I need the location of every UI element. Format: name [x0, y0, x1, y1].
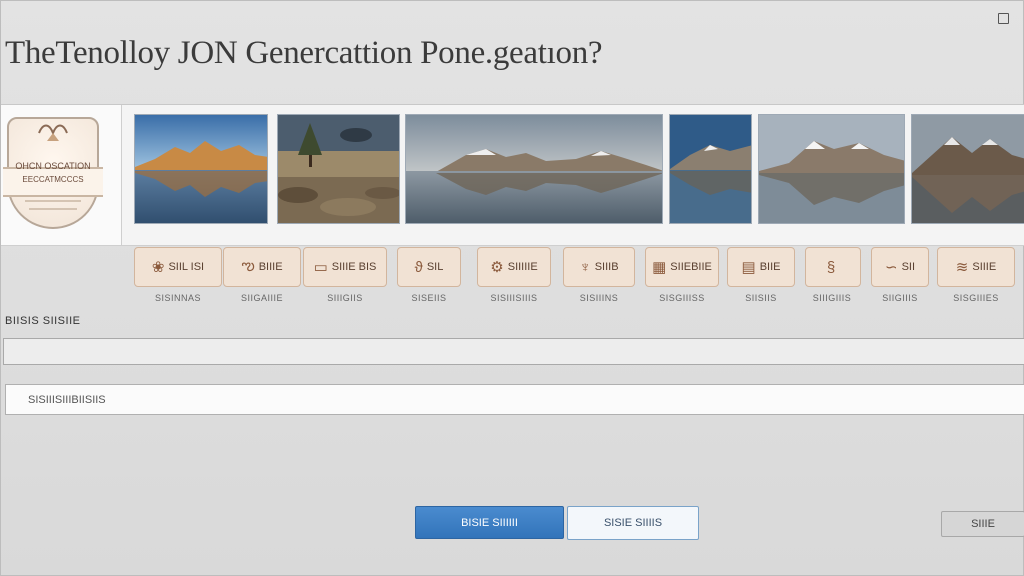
tertiary-action-button[interactable]: SIIIE: [941, 511, 1024, 537]
feature-label: SIIIE: [972, 261, 997, 273]
text-field-primary[interactable]: [3, 338, 1024, 365]
feature-button-11[interactable]: ≋ SIIIE: [937, 247, 1015, 287]
thumbnail-alpine-peaks-reflection[interactable]: [911, 114, 1024, 224]
document-icon: ▦: [652, 259, 667, 276]
bird-icon: ϑ: [414, 258, 423, 276]
feature-button-8[interactable]: ▤ BIIE: [727, 247, 795, 287]
gear-icon: ⚙: [490, 259, 504, 276]
feature-label: SII: [901, 261, 916, 273]
thumbnail-blue-lake-mountains[interactable]: [669, 114, 752, 224]
feature-button-1[interactable]: ❀ SIIL ISI: [134, 247, 222, 287]
feature-label: SIIIB: [594, 261, 619, 273]
feature-button-6[interactable]: ♆ SIIIB: [563, 247, 635, 287]
feature-caption: SIISIIS: [745, 293, 777, 303]
app-window: TheTenolloy JON Genercattion Pone.geatıo…: [0, 0, 1024, 576]
feature-caption: SISIIISIIIS: [490, 293, 538, 303]
feature-caption: SISGIIISS: [659, 293, 705, 303]
feature-label: SIIEBIIE: [670, 261, 712, 273]
swirl-icon: ∽: [884, 259, 898, 276]
figure-icon: §: [826, 258, 836, 276]
sign-icon: ≋: [955, 259, 969, 276]
logo-card: OHCN OSCATION EECCATMCCCS: [1, 105, 122, 245]
feature-button-3[interactable]: ▭ SIIIE BIS: [303, 247, 387, 287]
maximize-icon[interactable]: [998, 13, 1009, 24]
feature-button-10[interactable]: ∽ SII: [871, 247, 929, 287]
feature-caption: SIIIGIIS: [327, 293, 363, 303]
feature-label: BIIIE: [258, 261, 283, 273]
feature-label: BIIE: [759, 261, 781, 273]
feature-label: SIIIIIE: [507, 261, 538, 273]
thumbnail-snowy-peak-reflection[interactable]: [758, 114, 905, 224]
feature-caption: SISEIIS: [411, 293, 447, 303]
feature-label: SIL: [426, 261, 444, 273]
thumbnail-tree-rocky-shore[interactable]: [277, 114, 400, 224]
crest-text-1: OHCN OSCATION: [15, 161, 91, 171]
feature-caption: SIIGAIIIE: [240, 293, 283, 303]
feature-button-9[interactable]: §: [805, 247, 861, 287]
feature-button-2[interactable]: ఌ BIIIE: [223, 247, 301, 287]
crest-logo: OHCN OSCATION EECCATMCCCS: [3, 117, 103, 229]
feature-caption: SIIIGIIIS: [812, 293, 852, 303]
feature-button-5[interactable]: ⚙ SIIIIIE: [477, 247, 551, 287]
primary-action-button[interactable]: BISIE SIIIIII: [415, 506, 564, 539]
flower-icon: ❀: [151, 259, 165, 276]
feature-button-4[interactable]: ϑ SIL: [397, 247, 461, 287]
thumbnail-mountain-lake-reflection-panorama[interactable]: [405, 114, 663, 224]
feature-caption: SIIGIIIS: [882, 293, 918, 303]
text-field-secondary[interactable]: [5, 384, 1024, 415]
page-title: TheTenolloy JON Genercattion Pone.geatıo…: [5, 35, 603, 71]
feature-button-7[interactable]: ▦ SIIEBIIE: [645, 247, 719, 287]
glyph-icon: ♆: [579, 258, 591, 276]
feature-caption: SISINNAS: [154, 293, 201, 303]
feature-label: SIIIE BIS: [331, 261, 377, 273]
chart-icon: ▭: [313, 259, 328, 276]
field-label: BIISIS SIISIIE: [5, 315, 81, 327]
feature-caption: SISGIIIES: [953, 293, 999, 303]
thumbnail-lake-mountain-sunset[interactable]: [134, 114, 268, 224]
crest-text-2: EECCATMCCCS: [22, 175, 84, 184]
feature-label: SIIL ISI: [168, 261, 205, 273]
table-icon: ▤: [741, 259, 756, 276]
feature-caption: SISIIINS: [579, 293, 619, 303]
dragon-icon: ఌ: [241, 256, 255, 274]
title-bar: [1, 1, 1024, 31]
secondary-action-button[interactable]: SISIE SIIIIS: [567, 506, 699, 540]
